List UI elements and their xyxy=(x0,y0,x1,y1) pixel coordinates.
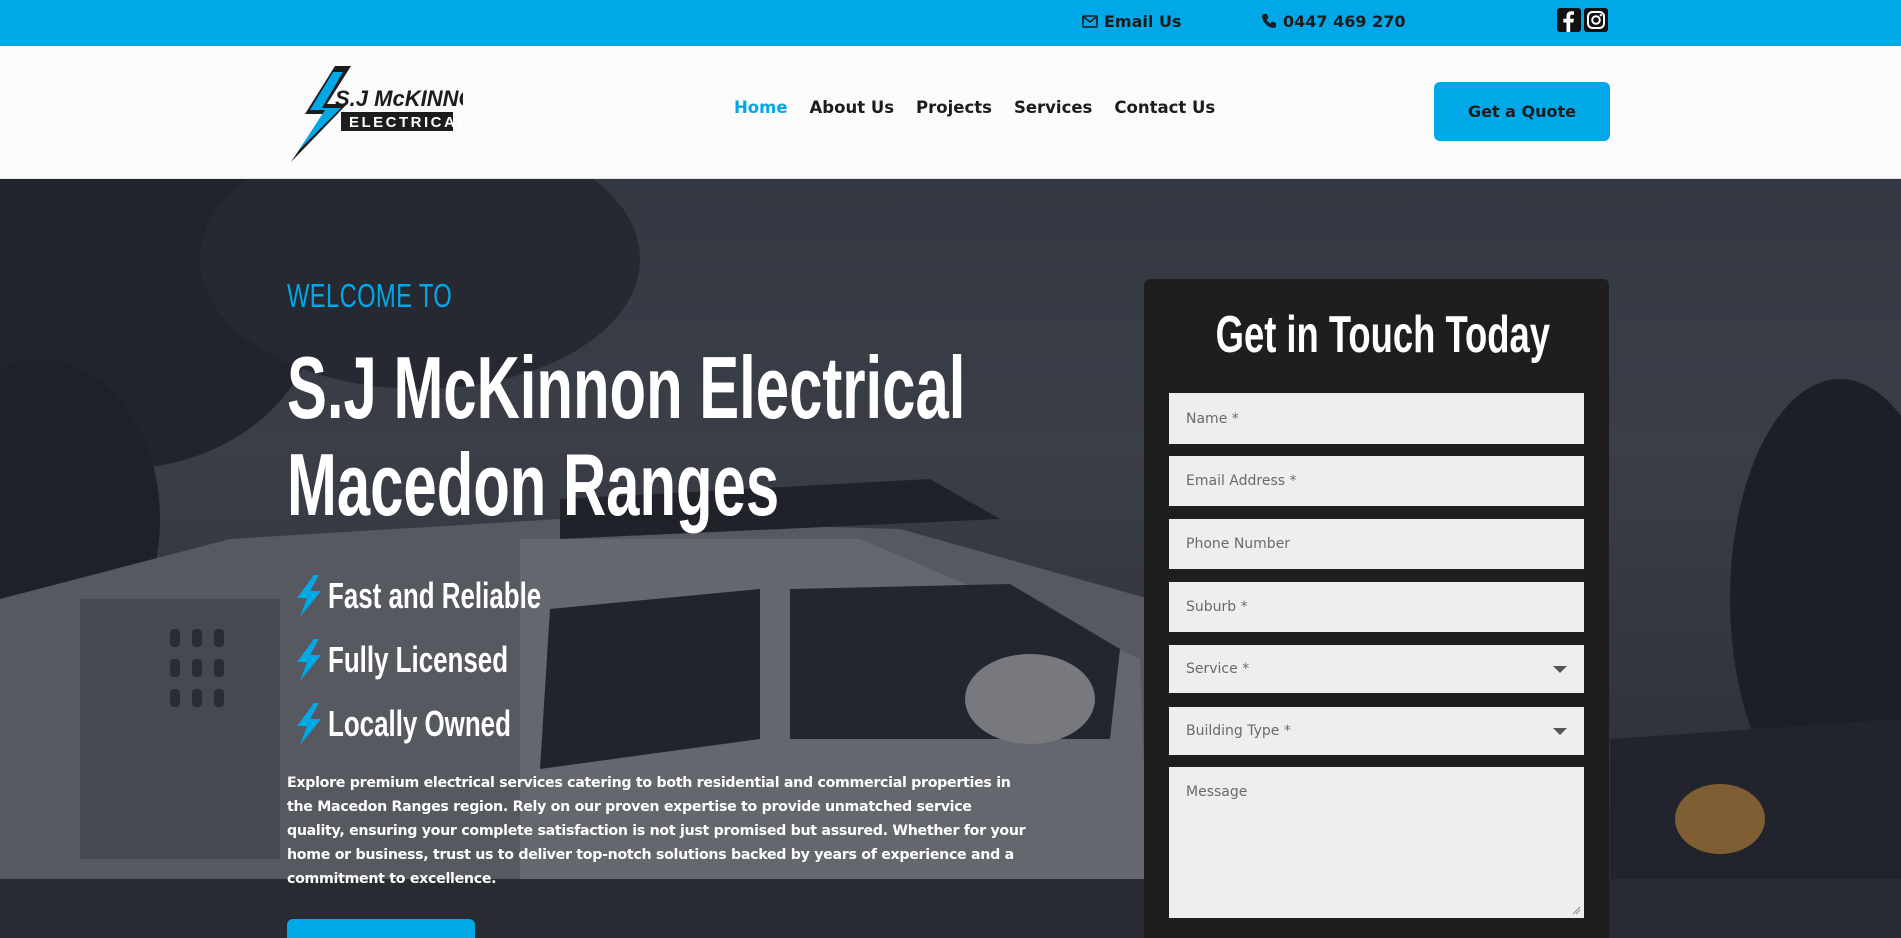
hero-title-line-1: S.J McKinnon Electrical xyxy=(287,338,966,437)
hero-title-line-2: Macedon Ranges xyxy=(287,435,780,534)
nav-projects[interactable]: Projects xyxy=(916,98,992,117)
nav-about-us[interactable]: About Us xyxy=(810,98,895,117)
building-type-placeholder: Building Type * xyxy=(1186,723,1291,739)
phone-placeholder: Phone Number xyxy=(1186,536,1291,552)
email-placeholder: Email Address * xyxy=(1186,473,1297,489)
hero-section: WELCOME TO S.J McKinnon Electrical Maced… xyxy=(0,179,1901,938)
name-field[interactable]: Name * xyxy=(1169,393,1584,444)
chevron-down-icon xyxy=(1553,665,1567,673)
message-textarea[interactable]: Message xyxy=(1169,767,1584,918)
get-a-quote-button[interactable]: Get a Quote xyxy=(1434,82,1610,141)
facebook-icon[interactable] xyxy=(1557,8,1581,32)
site-header: S.J McKINNON ELECTRICAL Home About Us Pr… xyxy=(0,46,1901,179)
hero-cta-button[interactable] xyxy=(287,919,475,938)
feature-item: Fully Licensed xyxy=(292,628,624,692)
feature-list: Fast and Reliable Fully Licensed Locally… xyxy=(292,564,624,756)
logo-text-top: S.J McKINNON xyxy=(335,86,463,111)
message-placeholder: Message xyxy=(1186,784,1248,800)
feature-label: Fast and Reliable xyxy=(328,575,542,616)
feature-label: Fully Licensed xyxy=(328,639,509,680)
service-select[interactable]: Service * xyxy=(1169,645,1584,693)
phone-label: 0447 469 270 xyxy=(1283,11,1406,31)
phone-field[interactable]: Phone Number xyxy=(1169,519,1584,569)
lightning-bolt-icon xyxy=(297,703,321,745)
phone-icon xyxy=(1262,14,1276,28)
site-logo[interactable]: S.J McKINNON ELECTRICAL xyxy=(287,64,493,164)
resize-handle-icon[interactable] xyxy=(1571,905,1581,915)
nav-contact-us[interactable]: Contact Us xyxy=(1114,98,1215,117)
hero-eyebrow: WELCOME TO xyxy=(287,277,453,314)
feature-item: Locally Owned xyxy=(292,692,624,756)
suburb-placeholder: Suburb * xyxy=(1186,599,1248,615)
contact-form: Get in Touch Today Name * Email Address … xyxy=(1144,279,1609,938)
hero-description: Explore premium electrical services cate… xyxy=(287,775,1026,887)
lightning-bolt-icon xyxy=(297,575,321,617)
lightning-bolt-icon xyxy=(297,639,321,681)
hero-title: S.J McKinnon Electrical Macedon Ranges xyxy=(287,339,965,533)
phone-link[interactable]: 0447 469 270 xyxy=(1261,10,1405,32)
feature-item: Fast and Reliable xyxy=(292,564,624,628)
email-link[interactable]: Email Us xyxy=(1082,10,1181,32)
logo-text-bottom: ELECTRICAL xyxy=(349,114,463,131)
main-nav: Home About Us Projects Services Contact … xyxy=(734,98,1215,117)
email-label: Email Us xyxy=(1104,11,1182,31)
instagram-icon[interactable] xyxy=(1584,8,1608,32)
nav-home[interactable]: Home xyxy=(734,98,788,117)
feature-label: Locally Owned xyxy=(328,703,511,744)
email-field[interactable]: Email Address * xyxy=(1169,456,1584,506)
building-type-select[interactable]: Building Type * xyxy=(1169,707,1584,755)
name-placeholder: Name * xyxy=(1186,410,1239,427)
nav-services[interactable]: Services xyxy=(1014,98,1092,117)
suburb-field[interactable]: Suburb * xyxy=(1169,582,1584,632)
top-bar: Email Us 0447 469 270 xyxy=(0,0,1901,46)
service-placeholder: Service * xyxy=(1186,661,1250,677)
form-title: Get in Touch Today xyxy=(1215,306,1550,364)
chevron-down-icon xyxy=(1553,727,1567,735)
envelope-icon xyxy=(1082,14,1098,28)
